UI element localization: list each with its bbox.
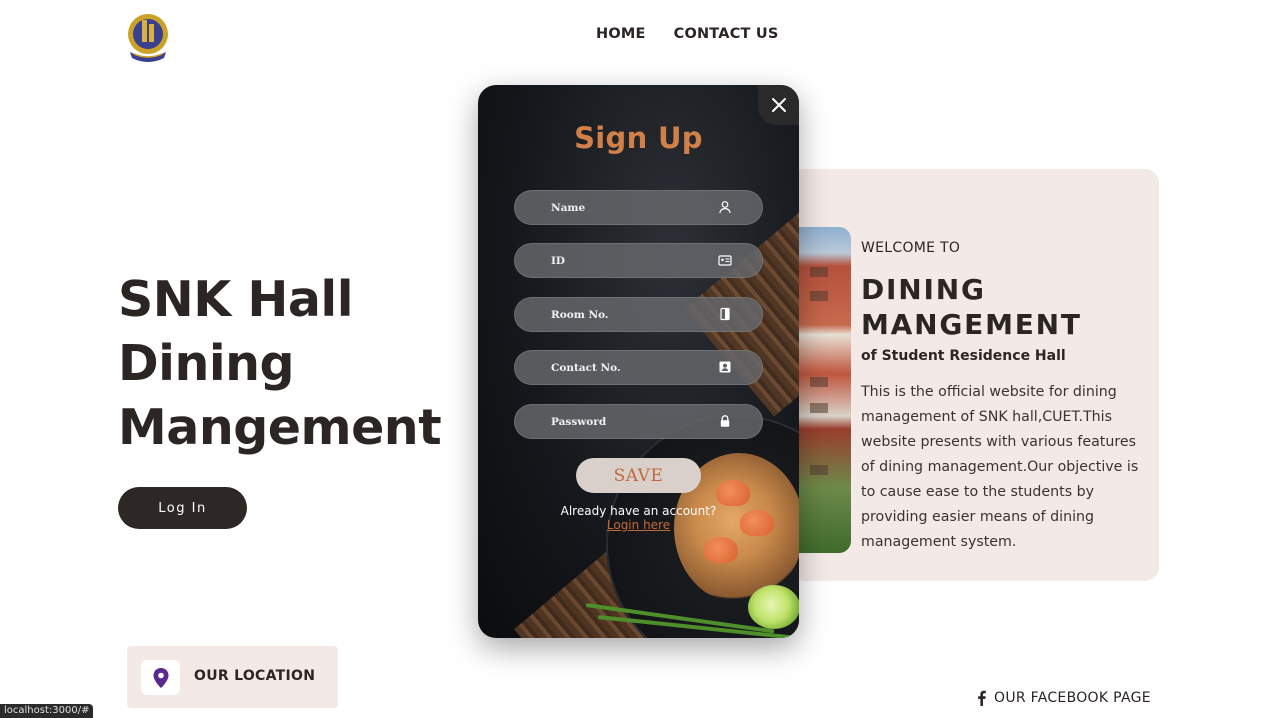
facebook-label: OUR FACEBOOK PAGE — [994, 690, 1151, 706]
id-card-icon — [718, 255, 732, 266]
already-have-account-text: Already have an account? — [560, 504, 717, 518]
hero-title-line: Mangement — [118, 399, 442, 456]
password-field[interactable] — [551, 405, 731, 438]
nav-contact-us[interactable]: CONTACT US — [674, 26, 779, 42]
contact-card-icon — [719, 361, 731, 373]
login-button[interactable]: Log In — [118, 487, 247, 529]
nav-home[interactable]: HOME — [596, 26, 646, 42]
lime-image — [748, 585, 799, 629]
welcome-title-line: MANGEMENT — [861, 308, 1082, 341]
welcome-title: DINING MANGEMENT — [861, 272, 1082, 342]
name-field-wrapper — [514, 190, 763, 225]
hall-building-image — [796, 227, 851, 553]
hero-title-line: SNK Hall — [118, 271, 354, 328]
hero-title: SNK Hall Dining Mangement — [118, 268, 458, 460]
shrimp-image — [716, 480, 750, 506]
signup-modal: Sign Up Name ID Room No. Contact No. SAV… — [478, 85, 799, 638]
location-label: OUR LOCATION — [194, 668, 316, 684]
signup-title: Sign Up — [574, 121, 703, 155]
id-field-wrapper — [514, 243, 763, 278]
hero-title-line: Dining — [118, 335, 295, 392]
room-field-wrapper — [514, 297, 763, 332]
welcome-description: This is the official website for dining … — [861, 384, 1139, 550]
close-button[interactable] — [758, 85, 799, 125]
name-field[interactable] — [551, 191, 731, 224]
welcome-title-line: DINING — [861, 273, 986, 306]
map-pin-icon — [153, 667, 168, 688]
facebook-icon — [978, 690, 986, 706]
welcome-kicker: WELCOME TO — [861, 240, 961, 256]
id-field[interactable] — [551, 244, 731, 277]
lock-icon — [720, 415, 730, 427]
contact-field-wrapper — [514, 350, 763, 385]
facebook-link[interactable]: OUR FACEBOOK PAGE — [977, 690, 1151, 706]
room-no-field[interactable] — [551, 298, 731, 331]
contact-no-field[interactable] — [551, 351, 731, 384]
location-card[interactable]: OUR LOCATION — [127, 646, 338, 708]
password-field-wrapper — [514, 404, 763, 439]
location-icon-box — [141, 660, 180, 695]
status-bar-url: localhost:3000/# — [0, 704, 94, 718]
door-icon — [720, 307, 730, 321]
cuet-logo — [128, 14, 168, 62]
close-icon — [771, 98, 786, 112]
shrimp-image — [704, 537, 738, 563]
welcome-subtitle: of Student Residence Hall — [861, 348, 1066, 364]
user-icon — [719, 201, 731, 214]
login-here-link[interactable]: Login here — [478, 518, 799, 532]
save-button[interactable]: SAVE — [576, 458, 701, 493]
main-nav: HOME CONTACT US — [596, 26, 779, 42]
